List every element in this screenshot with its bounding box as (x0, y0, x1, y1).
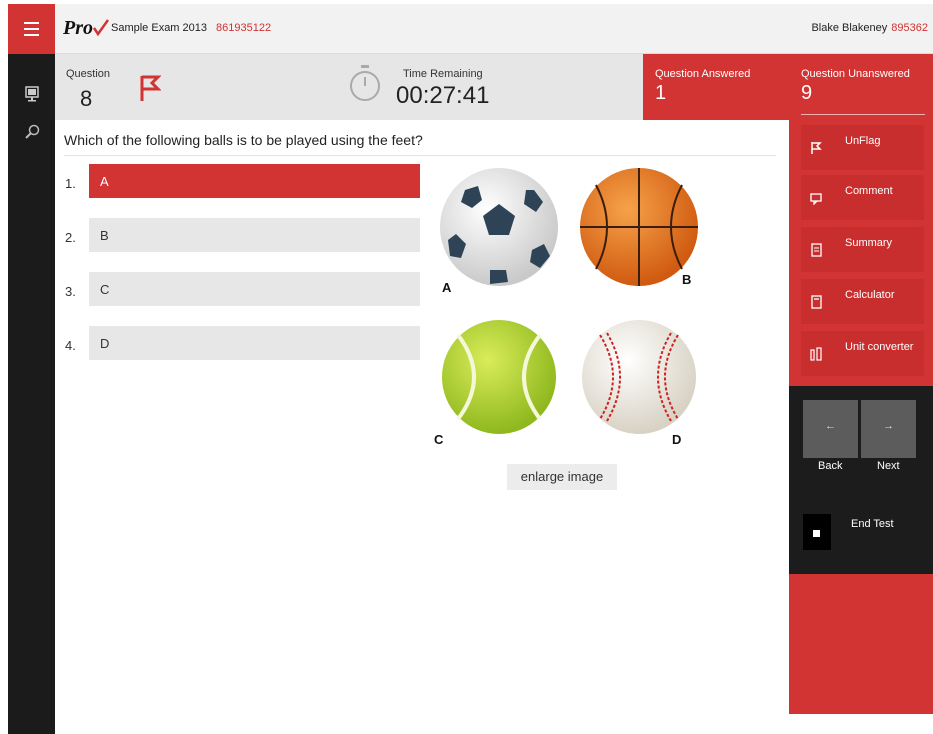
unanswered-label: Question Unanswered (801, 68, 910, 80)
checkmark-logo-icon (93, 19, 109, 37)
balls-illustration (440, 168, 698, 434)
option-number: 1. (65, 176, 76, 191)
basketball-icon (580, 168, 698, 286)
answered-stat: Question Answered 1 (643, 54, 789, 120)
tennis-ball-icon (442, 320, 556, 434)
divider (64, 155, 776, 156)
end-test-button[interactable] (803, 514, 831, 550)
back-button[interactable]: ← (803, 400, 858, 458)
flag-icon (811, 142, 822, 154)
option-d[interactable]: D (89, 326, 420, 360)
option-c[interactable]: C (89, 272, 420, 306)
summary-icon (811, 243, 822, 257)
answered-label: Question Answered (655, 68, 751, 80)
image-letter-c: C (434, 432, 444, 447)
answered-count: 1 (655, 82, 667, 104)
stopwatch-icon (350, 65, 380, 101)
summary-label: Summary (845, 237, 893, 249)
navigation-area: ← → Back Next End Test (789, 386, 933, 574)
question-info-bar: Question 8 Time Remaining 00:27:41 (55, 54, 643, 120)
option-b[interactable]: B (89, 218, 420, 252)
arrow-right-icon: → (883, 420, 894, 432)
summary-button[interactable]: Summary (801, 227, 924, 272)
pro-logo: Pro (63, 16, 109, 40)
left-rail (8, 4, 55, 734)
unit-converter-label: Unit converter (845, 341, 914, 353)
option-label: B (100, 228, 109, 243)
image-letter-d: D (672, 432, 682, 447)
unanswered-stat: Question Unanswered 9 (789, 54, 933, 120)
user-info: Blake Blakeney 895362 (811, 22, 928, 34)
baseball-icon (582, 320, 696, 434)
comment-icon (810, 193, 822, 205)
question-image[interactable]: A B C D (428, 160, 698, 460)
arrow-left-icon: ← (825, 420, 836, 432)
option-number: 4. (65, 338, 76, 353)
divider (801, 114, 925, 115)
stop-icon (813, 530, 820, 537)
monitor-icon[interactable] (22, 84, 42, 104)
search-help-icon[interactable] (22, 122, 42, 142)
time-remaining-value: 00:27:41 (396, 82, 490, 109)
next-button[interactable]: → (861, 400, 916, 458)
question-label: Question (66, 68, 111, 80)
option-label: A (100, 174, 109, 189)
image-letter-a: A (442, 280, 452, 295)
question-text: Which of the following balls is to be pl… (64, 132, 423, 148)
time-remaining-label: Time Remaining (403, 68, 483, 80)
top-bar: Pro Sample Exam 2013 861935122 Blake Bla… (55, 4, 933, 54)
calculator-label: Calculator (845, 289, 895, 301)
exam-window: Pro Sample Exam 2013 861935122 Blake Bla… (8, 4, 933, 734)
unflag-button[interactable]: UnFlag (801, 125, 924, 170)
tools-panel: UnFlag Comment Summary Calculator Unit c… (789, 120, 933, 714)
option-label: C (100, 282, 110, 297)
next-label[interactable]: Next (877, 460, 900, 472)
unit-converter-icon (810, 347, 822, 361)
soccer-ball-icon (440, 168, 558, 286)
back-label[interactable]: Back (818, 460, 842, 472)
user-name: Blake Blakeney (811, 22, 888, 34)
image-letter-b: B (682, 272, 692, 287)
flag-icon[interactable] (139, 74, 161, 102)
menu-button[interactable] (8, 4, 55, 54)
comment-label: Comment (845, 185, 893, 197)
calculator-button[interactable]: Calculator (801, 279, 924, 324)
comment-button[interactable]: Comment (801, 175, 924, 220)
option-a[interactable]: A (89, 164, 420, 198)
calculator-icon (811, 295, 822, 309)
user-id: 895362 (891, 22, 928, 34)
option-number: 2. (65, 230, 76, 245)
option-label: D (100, 336, 110, 351)
option-number: 3. (65, 284, 76, 299)
exam-id: 861935122 (216, 22, 272, 34)
end-test-label[interactable]: End Test (851, 518, 894, 530)
question-number: 8 (80, 86, 93, 111)
unflag-label: UnFlag (845, 135, 881, 147)
unit-converter-button[interactable]: Unit converter (801, 331, 924, 376)
exam-name: Sample Exam 2013 (111, 22, 207, 34)
unanswered-count: 9 (801, 82, 813, 104)
hamburger-icon (24, 22, 39, 24)
enlarge-image-button[interactable]: enlarge image (507, 464, 617, 490)
